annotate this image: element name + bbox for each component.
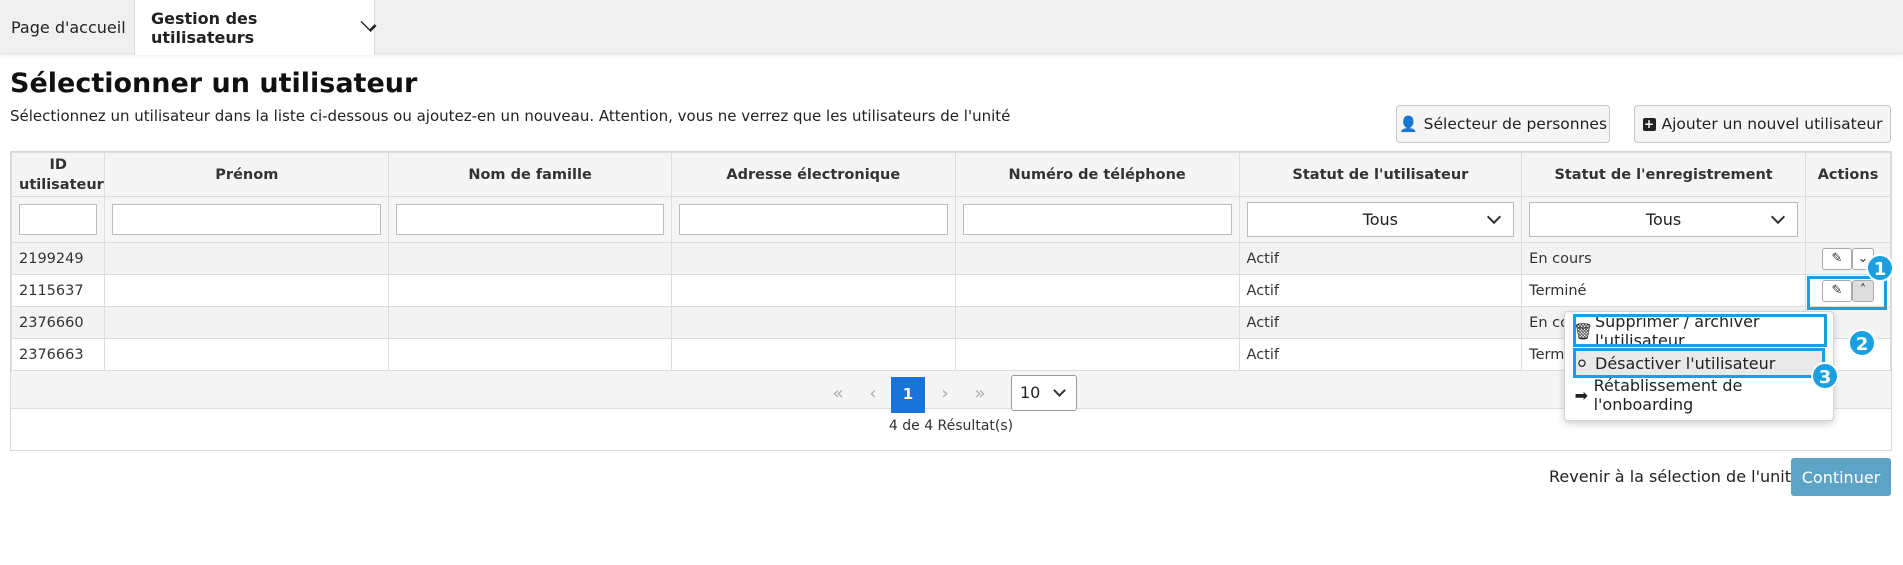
- menu-item-reset-onboarding[interactable]: ➡ Rétablissement de l'onboarding: [1573, 376, 1827, 414]
- cell-email: [670, 306, 956, 339]
- plus-square-icon: +: [1642, 116, 1656, 131]
- column-header-id[interactable]: ID utilisateur: [10, 152, 106, 197]
- cell-email: [670, 274, 956, 307]
- cell-id: 2376663: [10, 338, 106, 371]
- highlight-box-deactivate: [1573, 348, 1825, 378]
- cell-id: 2199249: [10, 242, 106, 275]
- filter-phone-input[interactable]: [962, 204, 1232, 235]
- cell-registration-status: Terminé: [1521, 274, 1807, 307]
- column-header-last-name[interactable]: Nom de famille: [388, 152, 672, 197]
- page-size-select[interactable]: 10: [1011, 375, 1077, 411]
- page-number-current[interactable]: 1: [891, 377, 925, 413]
- cell-phone: [954, 306, 1240, 339]
- filter-email-input[interactable]: [678, 204, 948, 235]
- step-badge-3: 3: [1811, 362, 1839, 390]
- column-header-registration-status[interactable]: Statut de l'enregistrement: [1521, 152, 1807, 197]
- cell-first-name: [104, 274, 390, 307]
- highlight-box-delete: [1573, 314, 1827, 347]
- filter-user-status-select[interactable]: Tous: [1246, 202, 1515, 237]
- cell-last-name: [388, 242, 672, 275]
- person-icon: 👤: [1398, 115, 1418, 133]
- filter-actions-empty: [1805, 196, 1891, 243]
- person-selector-label: Sélecteur de personnes: [1423, 115, 1608, 133]
- top-navigation: Page d'accueil Gestion des utilisateurs: [0, 0, 1903, 55]
- cell-phone: [954, 338, 1240, 371]
- cell-user-status: Actif: [1238, 338, 1523, 371]
- last-page-icon[interactable]: »: [963, 377, 997, 413]
- previous-page-icon[interactable]: ‹: [856, 377, 890, 413]
- cell-first-name: [104, 338, 390, 371]
- back-to-unit-link[interactable]: Revenir à la sélection de l'unité: [1549, 467, 1801, 486]
- nav-user-management-label: Gestion des utilisateurs: [151, 8, 258, 47]
- filter-first-name-input[interactable]: [112, 204, 382, 235]
- filter-registration-status-select[interactable]: Tous: [1529, 202, 1799, 237]
- add-user-label: Ajouter un nouvel utilisateur: [1661, 115, 1883, 133]
- filter-registration-status-value: Tous: [1645, 210, 1682, 229]
- pencil-icon: ✎: [1831, 250, 1843, 266]
- step-badge-2: 2: [1848, 329, 1876, 357]
- step-badge-1: 1: [1866, 254, 1894, 282]
- column-header-email[interactable]: Adresse électronique: [670, 152, 956, 197]
- column-header-user-status[interactable]: Statut de l'utilisateur: [1238, 152, 1523, 197]
- table-filter-row: Tous Tous: [10, 196, 1891, 243]
- cell-user-status: Actif: [1238, 242, 1523, 275]
- cell-registration-status: En cours: [1521, 242, 1807, 275]
- column-header-first-name[interactable]: Prénom: [104, 152, 390, 197]
- table-header-row: ID utilisateur Prénom Nom de famille Adr…: [10, 152, 1891, 197]
- cell-email: [670, 242, 956, 275]
- chevron-down-icon: [360, 15, 377, 32]
- cell-last-name: [388, 274, 672, 307]
- cell-id: 2376660: [10, 306, 106, 339]
- column-header-actions: Actions: [1805, 152, 1891, 197]
- first-page-icon[interactable]: «: [821, 377, 855, 413]
- filter-id-input[interactable]: [19, 204, 98, 235]
- cell-user-status: Actif: [1238, 306, 1523, 339]
- menu-item-reset-label: Rétablissement de l'onboarding: [1593, 376, 1743, 414]
- cell-first-name: [104, 306, 390, 339]
- chevron-down-icon: [1770, 209, 1786, 225]
- page-size-value: 10: [1020, 383, 1041, 402]
- filter-user-status-value: Tous: [1362, 210, 1399, 229]
- nav-user-management-tab[interactable]: Gestion des utilisateurs: [134, 0, 377, 55]
- cell-last-name: [388, 306, 672, 339]
- edit-button[interactable]: ✎: [1822, 247, 1852, 270]
- cell-last-name: [388, 338, 672, 371]
- column-header-phone[interactable]: Numéro de téléphone: [954, 152, 1240, 197]
- filter-last-name-input[interactable]: [396, 204, 664, 235]
- arrow-right-circle-icon: ➡: [1574, 385, 1588, 405]
- page-subtitle: Sélectionnez un utilisateur dans la list…: [10, 107, 1011, 125]
- next-page-icon[interactable]: ›: [928, 377, 962, 413]
- nav-home-link[interactable]: Page d'accueil: [11, 0, 126, 54]
- add-user-button[interactable]: + Ajouter un nouvel utilisateur: [1634, 105, 1891, 143]
- table-row[interactable]: 2115637 Actif Terminé ✎ ˄: [10, 274, 1891, 307]
- page-title: Sélectionner un utilisateur: [10, 68, 418, 99]
- cell-id: 2115637: [10, 274, 106, 307]
- chevron-down-icon: [1053, 384, 1066, 397]
- person-selector-button[interactable]: 👤 Sélecteur de personnes: [1396, 105, 1610, 143]
- cell-first-name: [104, 242, 390, 275]
- chevron-down-icon: [1487, 209, 1502, 225]
- cell-phone: [954, 242, 1240, 275]
- continue-button[interactable]: Continuer: [1791, 458, 1891, 496]
- cell-phone: [954, 274, 1240, 307]
- table-row[interactable]: 2199249 Actif En cours ✎ ⌄: [10, 242, 1891, 275]
- cell-email: [670, 338, 956, 371]
- cell-user-status: Actif: [1238, 274, 1523, 307]
